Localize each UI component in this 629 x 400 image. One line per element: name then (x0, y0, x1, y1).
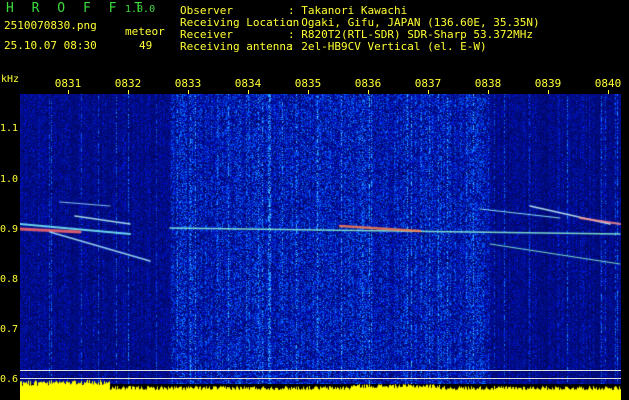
signal-strength-bar (20, 378, 621, 400)
time-tick-label: 0839 (534, 77, 562, 90)
freq-tick-label: 0.7 (0, 324, 19, 335)
time-axis: 0831 0832 0833 0834 0835 0836 0837 0838 0839 0840 (20, 77, 629, 95)
info-label-antenna: Receiving antenna (180, 40, 293, 53)
time-tick-label: 0833 (174, 77, 202, 90)
freq-tick-label: 1.1 (0, 123, 19, 134)
time-tick-label: 0832 (114, 77, 142, 90)
file-name: 2510070830.png (4, 19, 97, 32)
time-tick-label: 0840 (594, 77, 622, 90)
freq-tick-label: 0.9 (0, 224, 19, 235)
time-tick-label: 0836 (354, 77, 382, 90)
freq-tick-label: 0.6 (0, 374, 19, 385)
meteor-count: 49 (139, 39, 153, 52)
meteor-label: meteor (125, 25, 165, 38)
time-tick-label: 0834 (234, 77, 262, 90)
frequency-axis: 1.1 1.0 0.9 0.8 0.7 0.6 (0, 72, 20, 400)
time-tick-label: 0838 (474, 77, 502, 90)
freq-tick-label: 1.0 (0, 174, 19, 185)
app-version: 1.0.0 (125, 4, 156, 15)
freq-tick-label: 0.8 (0, 274, 19, 285)
reference-line-upper (20, 370, 621, 371)
timestamp: 25.10.07 08:30 (4, 39, 97, 52)
info-value-antenna: : 2el-HB9CV Vertical (el. E-W) (288, 40, 487, 53)
spectrogram-plot (20, 94, 621, 384)
time-tick-label: 0837 (414, 77, 442, 90)
time-tick-label: 0835 (294, 77, 322, 90)
header-panel: H R O F F T 1.0.0 2510070830.png meteor … (0, 0, 629, 72)
time-tick-label: 0831 (54, 77, 82, 90)
